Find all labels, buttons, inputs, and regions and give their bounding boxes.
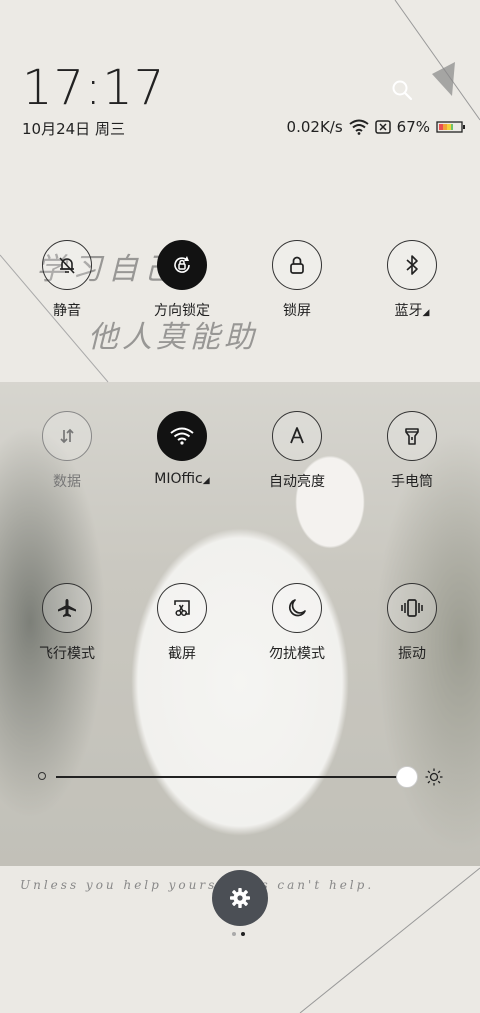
vibrate-icon: [401, 599, 423, 617]
toggle-label-text: 蓝牙: [394, 303, 423, 319]
toggle-label: 锁屏: [283, 303, 311, 319]
toggle-rotation-lock-button[interactable]: [157, 240, 207, 290]
toggle-label: 自动亮度: [269, 474, 325, 490]
toggle-label: 勿扰模式: [269, 646, 325, 662]
toggle-label: 截屏: [168, 646, 196, 662]
toggle-vibrate[interactable]: 振动: [357, 583, 467, 663]
toggle-auto-brightness-button[interactable]: [272, 411, 322, 461]
toggle-airplane-mode-button[interactable]: [42, 583, 92, 633]
toggle-lock-screen-button[interactable]: [272, 240, 322, 290]
toggle-label: 数据: [53, 474, 81, 490]
toggle-mobile-data-button[interactable]: [42, 411, 92, 461]
toggle-vibrate-button[interactable]: [387, 583, 437, 633]
date-label: 10月24日 周三: [22, 120, 125, 138]
moon-icon: [289, 599, 306, 617]
toggle-rotation-lock[interactable]: 方向锁定: [127, 240, 237, 320]
toggle-flashlight[interactable]: 手电筒: [357, 411, 467, 491]
toggle-label: 静音: [53, 303, 81, 319]
toggle-label: 振动: [398, 646, 426, 662]
toggle-label: 手电筒: [391, 474, 433, 490]
battery-percent: 67%: [396, 118, 430, 136]
page-dot-active[interactable]: [241, 932, 245, 936]
toggle-mute[interactable]: 静音: [12, 240, 122, 320]
toggle-label: MIOffic◢: [154, 471, 209, 487]
bluetooth-icon: [406, 255, 418, 275]
brightness-min-icon: [38, 772, 46, 780]
status-bar: 0.02K/s 67%: [287, 118, 466, 136]
expand-indicator-icon: ◢: [202, 476, 210, 486]
toggle-do-not-disturb[interactable]: 勿扰模式: [242, 583, 352, 663]
clock: 17:17: [22, 60, 166, 116]
toggle-wifi-button[interactable]: [157, 411, 207, 461]
toggle-label: 飞行模式: [39, 646, 95, 662]
wifi-status-icon: [349, 119, 369, 135]
toggle-do-not-disturb-button[interactable]: [272, 583, 322, 633]
brightness-max-icon: [425, 768, 443, 786]
expand-indicator-icon: ◢: [422, 308, 430, 318]
settings-button[interactable]: [212, 870, 268, 926]
lock-icon: [290, 256, 304, 274]
page-indicator: [232, 932, 245, 936]
flashlight-icon: [405, 428, 419, 445]
wifi-icon: [170, 427, 194, 445]
no-sim-icon: [374, 120, 391, 134]
airplane-icon: [58, 599, 76, 617]
toggle-airplane-mode[interactable]: 飞行模式: [12, 583, 122, 663]
toggle-lock-screen[interactable]: 锁屏: [242, 240, 352, 320]
toggle-screenshot-button[interactable]: [157, 583, 207, 633]
toggle-bluetooth[interactable]: 蓝牙◢: [357, 240, 467, 320]
rotation-lock-icon: [174, 256, 190, 273]
brightness-slider-knob[interactable]: [396, 766, 418, 788]
page-dot[interactable]: [232, 932, 236, 936]
toggle-flashlight-button[interactable]: [387, 411, 437, 461]
auto-brightness-icon: [290, 427, 304, 444]
gear-icon: [230, 888, 250, 908]
bell-off-icon: [59, 257, 75, 274]
toggle-screenshot[interactable]: 截屏: [127, 583, 237, 663]
battery-icon: [436, 121, 465, 133]
toggle-mute-button[interactable]: [42, 240, 92, 290]
toggle-auto-brightness[interactable]: 自动亮度: [242, 411, 352, 491]
toggle-label-text: MIOffic: [154, 471, 203, 487]
toggle-label: 蓝牙◢: [395, 300, 430, 320]
screenshot-icon: [174, 600, 190, 617]
toggle-bluetooth-button[interactable]: [387, 240, 437, 290]
search-icon[interactable]: [390, 78, 414, 102]
wallpaper-quote: Unless you help yours thers can't help.: [20, 878, 375, 892]
brightness-slider-track[interactable]: [56, 776, 408, 778]
mobile-data-icon: [60, 428, 74, 444]
toggle-label: 方向锁定: [154, 303, 210, 319]
toggle-mobile-data[interactable]: 数据: [12, 411, 122, 491]
decorative-lines: [0, 0, 480, 1013]
toggle-wifi[interactable]: MIOffic◢: [127, 411, 237, 487]
network-speed: 0.02K/s: [286, 118, 343, 136]
